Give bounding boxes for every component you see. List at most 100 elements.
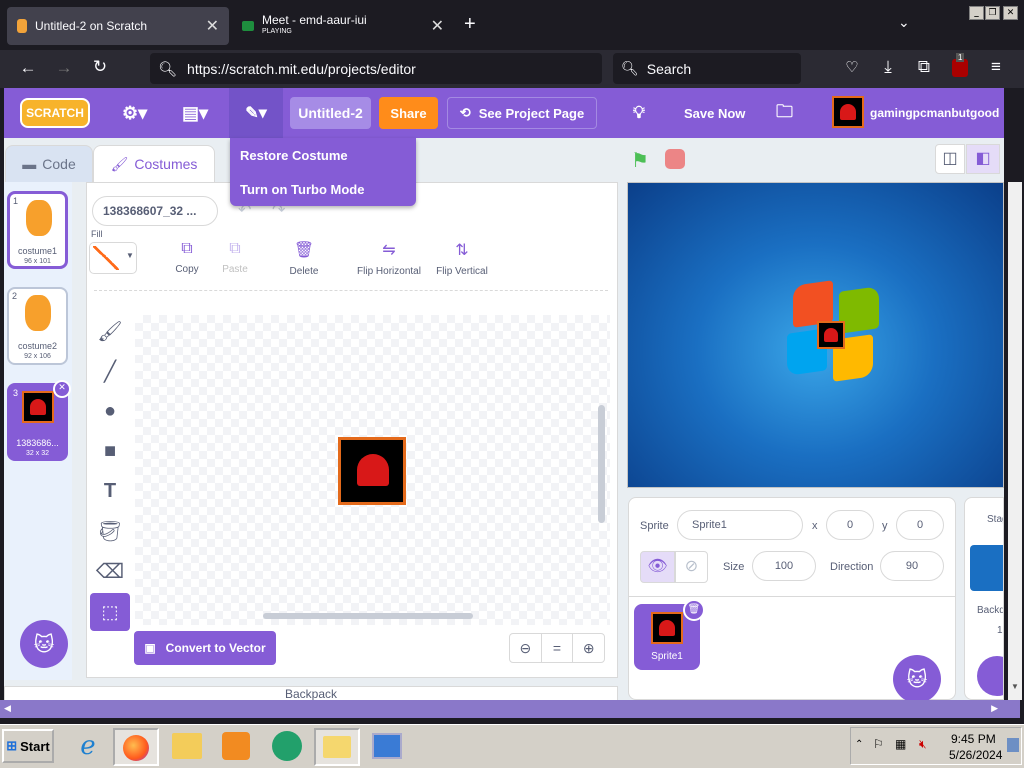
new-tab-button[interactable]: + — [464, 13, 476, 36]
flip-horizontal-button[interactable]: ⇋ Flip Horizontal — [350, 240, 428, 277]
tab-scratch[interactable]: Untitled-2 on Scratch ✕ — [7, 7, 229, 45]
sprite-tile[interactable]: Sprite1 🗑︎ — [634, 599, 705, 670]
small-stage-icon[interactable]: ◫ — [935, 144, 965, 174]
tab-costumes[interactable]: 🖌︎ Costumes — [93, 145, 215, 182]
fill-bucket-tool-icon[interactable]: 🪣︎ — [95, 516, 125, 546]
eraser-tool-icon[interactable]: ⌫ — [95, 556, 125, 586]
flag-icon[interactable]: ⚐ — [873, 737, 884, 751]
menu-icon[interactable]: ≡ — [985, 57, 1007, 77]
choose-costume-button[interactable]: 🐱︎ — [20, 620, 68, 668]
my-stuff-folder-icon[interactable]: 🗀 — [776, 88, 793, 138]
window-vertical-scrollbar[interactable]: ▼ — [1008, 182, 1022, 700]
text-tool-icon[interactable]: T — [95, 476, 125, 506]
delete-costume-icon[interactable]: ✕ — [53, 380, 71, 398]
project-title-input[interactable]: Untitled-2 — [290, 97, 371, 129]
stop-icon[interactable] — [665, 149, 685, 169]
brush-tool-icon[interactable]: 🖌︎ — [95, 316, 125, 346]
app-icon[interactable] — [272, 731, 302, 761]
file-menu-icon[interactable]: ▤▾ — [182, 88, 208, 138]
choose-sprite-button[interactable]: 🐱︎ — [893, 655, 941, 703]
horizontal-scrollbar[interactable] — [263, 613, 473, 619]
see-project-page-button[interactable]: ⟲ See Project Page — [447, 97, 597, 129]
scratch-logo[interactable]: SCRATCH — [20, 98, 90, 128]
back-icon[interactable]: ← — [17, 58, 39, 78]
stage[interactable] — [627, 182, 1004, 488]
show-desktop-icon[interactable] — [1007, 738, 1019, 752]
line-tool-icon[interactable]: ╱ — [95, 356, 125, 386]
edit-menu-pencil-icon[interactable]: ✎▾ — [229, 88, 283, 138]
sprite-name-input[interactable]: Sprite1 — [677, 510, 803, 540]
costume-tile[interactable]: 2 costume2 92 x 106 — [7, 287, 68, 365]
backpack-header[interactable]: Backpack — [4, 686, 618, 700]
firefox-taskbar-button[interactable] — [113, 728, 159, 766]
scroll-right-icon[interactable]: ▶ — [991, 703, 998, 714]
address-bar[interactable]: 🔍︎ https://scratch.mit.edu/projects/edit… — [150, 53, 602, 84]
clock-date[interactable]: 5/26/2024 — [949, 748, 1002, 762]
backdrop-thumbnail-icon[interactable] — [970, 545, 1003, 591]
size-input[interactable]: 100 — [752, 551, 816, 581]
sprite-on-stage[interactable] — [817, 321, 845, 349]
internet-explorer-icon[interactable]: ℯ — [72, 730, 104, 762]
zoom-out-icon[interactable]: ⊖ — [510, 634, 541, 662]
zoom-reset-button[interactable]: = — [540, 634, 574, 662]
reload-icon[interactable]: ↻ — [89, 57, 111, 77]
delete-button[interactable]: 🗑︎ Delete — [284, 240, 324, 277]
tab-code[interactable]: ▬ Code — [5, 145, 93, 182]
close-tab-icon[interactable]: ✕ — [206, 16, 219, 36]
tab-list-chevron-icon[interactable]: ⌄ — [898, 14, 910, 31]
control-panel-icon[interactable] — [372, 733, 402, 759]
costume-tile[interactable]: 1 costume1 96 x 101 — [7, 191, 68, 269]
restore-icon[interactable]: ❐ — [985, 6, 1000, 20]
network-icon[interactable]: ▦ — [895, 737, 906, 751]
menu-item-restore-costume[interactable]: Restore Costume — [230, 138, 416, 172]
folder-taskbar-button[interactable] — [314, 728, 360, 766]
close-tab-icon[interactable]: ✕ — [431, 16, 444, 36]
paint-canvas[interactable] — [135, 315, 610, 625]
flip-vertical-button[interactable]: ⇅ Flip Vertical — [432, 240, 492, 277]
paste-button[interactable]: ⧉ Paste — [218, 240, 252, 275]
page-horizontal-scrollbar[interactable]: ◀ ▶ — [0, 700, 1020, 718]
share-button[interactable]: Share — [379, 97, 438, 129]
avatar[interactable] — [832, 96, 864, 128]
close-window-icon[interactable]: ✕ — [1003, 6, 1018, 20]
direction-input[interactable]: 90 — [880, 551, 944, 581]
tray-expand-icon[interactable]: ⌃ — [855, 739, 863, 750]
hide-sprite-eye-icon[interactable]: ⊘ — [675, 551, 708, 583]
username[interactable]: gamingpcmanbutgood — [870, 88, 999, 138]
convert-to-vector-button[interactable]: ▣ Convert to Vector — [134, 631, 276, 665]
vertical-scrollbar[interactable] — [598, 405, 605, 523]
fill-color-picker[interactable]: ▼ — [89, 242, 137, 274]
volume-muted-icon[interactable]: 🔇︎ — [919, 737, 927, 752]
zoom-in-icon[interactable]: ⊕ — [573, 634, 604, 662]
media-player-icon[interactable] — [222, 732, 250, 760]
clock-time[interactable]: 9:45 PM — [951, 732, 996, 746]
costume-name-input[interactable]: 138368607_32 ... — [92, 196, 218, 226]
y-input[interactable]: 0 — [896, 510, 944, 540]
show-sprite-eye-icon[interactable]: 👁︎ — [640, 551, 675, 583]
x-input[interactable]: 0 — [826, 510, 874, 540]
choose-backdrop-button[interactable] — [977, 656, 1003, 696]
forward-icon[interactable]: → — [53, 58, 75, 78]
scroll-left-icon[interactable]: ◀ — [4, 703, 11, 714]
menu-item-turbo-mode[interactable]: Turn on Turbo Mode — [230, 172, 416, 206]
download-icon[interactable]: ⤓ — [877, 57, 899, 77]
copy-button[interactable]: ⧉ Copy — [170, 240, 204, 275]
circle-tool-icon[interactable]: ● — [95, 396, 125, 426]
lightbulb-icon[interactable]: 💡︎ — [633, 88, 645, 138]
extensions-icon[interactable]: ⧉ — [913, 57, 935, 77]
normal-stage-icon[interactable]: ◧ — [966, 144, 1000, 174]
minimize-icon[interactable]: _ — [969, 6, 984, 20]
search-input[interactable]: 🔍︎ Search — [613, 53, 801, 84]
save-now-button[interactable]: Save Now — [684, 88, 745, 138]
start-button[interactable]: ⊞ Start — [2, 729, 54, 763]
explorer-folder-icon[interactable] — [172, 733, 202, 759]
delete-sprite-icon[interactable]: 🗑︎ — [683, 599, 705, 621]
green-flag-icon[interactable]: ⚑ — [631, 148, 649, 173]
costume-tile-selected[interactable]: 3 1383686... 32 x 32 ✕ — [7, 380, 71, 461]
rectangle-tool-icon[interactable]: ■ — [95, 436, 125, 466]
settings-gear-icon[interactable]: ⚙▾ — [122, 88, 147, 138]
select-tool-icon[interactable]: ⬚ — [90, 593, 130, 631]
pocket-icon[interactable]: ♡ — [841, 58, 863, 76]
ublock-icon[interactable]: 1 — [952, 53, 968, 77]
tab-meet[interactable]: Meet - emd-aaur-iui PLAYING ✕ — [232, 7, 454, 45]
